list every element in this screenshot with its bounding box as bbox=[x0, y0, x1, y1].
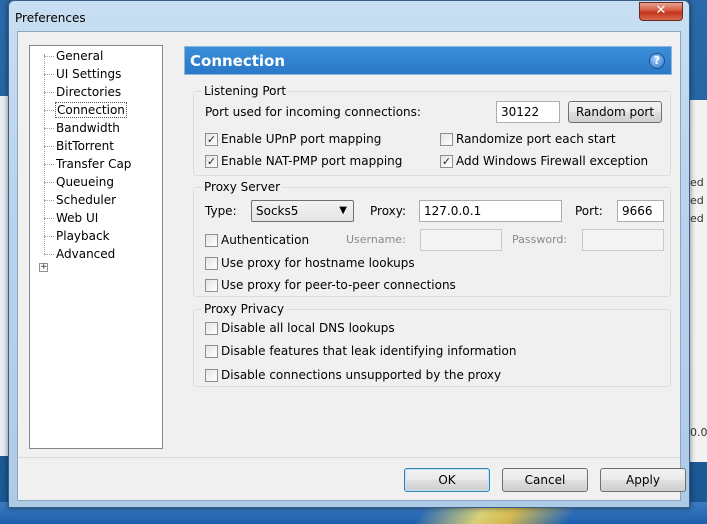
tree-item-label: Playback bbox=[56, 229, 110, 243]
close-button[interactable]: ✕ bbox=[639, 2, 683, 21]
tree-item-label: Directories bbox=[56, 85, 122, 99]
proxy-server-group: Proxy Server Type: Socks5 ▼ Proxy: 127.0… bbox=[193, 179, 671, 297]
group-title: Proxy Privacy bbox=[202, 301, 287, 317]
proxy-type-value: Socks5 bbox=[256, 204, 299, 218]
tree-item-directories[interactable]: Directories bbox=[56, 83, 121, 101]
tree-connector bbox=[44, 218, 54, 219]
username-input[interactable] bbox=[420, 229, 502, 251]
background-text: ed bbox=[690, 194, 704, 207]
password-input[interactable] bbox=[582, 229, 664, 251]
random-port-button[interactable]: Random port bbox=[568, 101, 662, 123]
randomize-port-label: Randomize port each start bbox=[456, 132, 616, 146]
proxy-host-label: Proxy: bbox=[370, 204, 407, 218]
tree-item-connection[interactable]: Connection bbox=[55, 101, 127, 119]
p2p-proxy-label: Use proxy for peer-to-peer connections bbox=[221, 278, 456, 292]
background-text: 0.0 bbox=[690, 426, 707, 439]
title-bar[interactable]: Preferences ✕ bbox=[9, 1, 689, 31]
authentication-checkbox[interactable] bbox=[205, 234, 218, 247]
listening-port-input[interactable]: 30122 bbox=[496, 101, 560, 123]
tree-item-ui-settings[interactable]: UI Settings bbox=[56, 65, 121, 83]
footer-divider bbox=[18, 457, 680, 458]
tree-item-label: Connection bbox=[55, 102, 127, 118]
firewall-checkbox[interactable]: ✓ bbox=[440, 155, 453, 168]
disable-unsupported-checkbox[interactable] bbox=[205, 369, 218, 382]
port-label: Port used for incoming connections: bbox=[205, 105, 421, 119]
background-text: ed bbox=[690, 212, 704, 225]
group-title: Proxy Server bbox=[202, 179, 283, 195]
disable-dns-checkbox[interactable] bbox=[205, 322, 218, 335]
help-icon[interactable]: ? bbox=[649, 53, 665, 69]
proxy-type-select[interactable]: Socks5 ▼ bbox=[251, 200, 354, 222]
category-tree: General UI Settings Directories Connecti… bbox=[29, 45, 163, 449]
tree-connector bbox=[44, 74, 54, 75]
tree-item-transfer-cap[interactable]: Transfer Cap bbox=[56, 155, 131, 173]
section-header: Connection ? bbox=[184, 46, 672, 75]
tree-item-scheduler[interactable]: Scheduler bbox=[56, 191, 116, 209]
disable-dns-label: Disable all local DNS lookups bbox=[221, 321, 395, 335]
tree-connector bbox=[44, 128, 54, 129]
proxy-privacy-group: Proxy Privacy Disable all local DNS look… bbox=[193, 301, 671, 387]
tree-item-label: Scheduler bbox=[56, 193, 117, 207]
apply-button[interactable]: Apply bbox=[600, 468, 686, 492]
tree-item-general[interactable]: General bbox=[56, 47, 103, 65]
tree-item-label: Transfer Cap bbox=[56, 157, 132, 171]
expand-icon[interactable]: + bbox=[39, 263, 48, 272]
firewall-label: Add Windows Firewall exception bbox=[456, 154, 649, 168]
background-text: ed bbox=[690, 176, 704, 189]
tree-connector bbox=[44, 56, 54, 57]
ok-button[interactable]: OK bbox=[404, 468, 490, 492]
proxy-port-input[interactable]: 9666 bbox=[617, 200, 664, 222]
chevron-down-icon: ▼ bbox=[339, 205, 347, 216]
tree-connector bbox=[44, 164, 54, 165]
cancel-button[interactable]: Cancel bbox=[502, 468, 588, 492]
proxy-host-input[interactable]: 127.0.0.1 bbox=[419, 200, 562, 222]
hostname-lookups-checkbox[interactable] bbox=[205, 257, 218, 270]
password-label: Password: bbox=[512, 233, 568, 246]
upnp-label: Enable UPnP port mapping bbox=[221, 132, 382, 146]
tree-guide-line bbox=[44, 54, 45, 254]
tree-connector bbox=[44, 254, 54, 255]
tree-item-label: Advanced bbox=[56, 247, 116, 261]
tree-item-label: General bbox=[56, 49, 104, 63]
preferences-window: Preferences ✕ General UI Settings Direct… bbox=[8, 0, 690, 508]
tree-connector bbox=[44, 182, 54, 183]
disable-unsupported-label: Disable connections unsupported by the p… bbox=[221, 368, 502, 382]
tree-connector bbox=[44, 236, 54, 237]
window-title: Preferences bbox=[15, 11, 86, 25]
proxy-port-label: Port: bbox=[575, 204, 603, 218]
disable-leak-label: Disable features that leak identifying i… bbox=[221, 344, 517, 358]
background-window-right: ed ed ed 0.0 bbox=[689, 100, 707, 462]
p2p-proxy-checkbox[interactable] bbox=[205, 279, 218, 292]
listening-port-group: Listening Port Port used for incoming co… bbox=[193, 83, 671, 176]
dialog-client: General UI Settings Directories Connecti… bbox=[17, 31, 686, 501]
randomize-port-checkbox[interactable] bbox=[440, 133, 453, 146]
tree-item-label: Bandwidth bbox=[56, 121, 120, 135]
tree-connector bbox=[44, 146, 54, 147]
tree-item-playback[interactable]: Playback bbox=[56, 227, 110, 245]
proxy-type-label: Type: bbox=[205, 204, 237, 218]
tree-item-queueing[interactable]: Queueing bbox=[56, 173, 114, 191]
tree-item-label: UI Settings bbox=[56, 67, 122, 81]
section-title: Connection bbox=[190, 52, 286, 70]
username-label: Username: bbox=[346, 233, 406, 246]
nat-pmp-label: Enable NAT-PMP port mapping bbox=[221, 154, 403, 168]
tree-item-label: BitTorrent bbox=[56, 139, 114, 153]
group-title: Listening Port bbox=[202, 83, 289, 99]
tree-item-label: Queueing bbox=[56, 175, 114, 189]
tree-item-advanced[interactable]: Advanced bbox=[56, 245, 115, 263]
tree-item-label: Web UI bbox=[56, 211, 99, 225]
close-icon: ✕ bbox=[655, 3, 667, 18]
tree-item-web-ui[interactable]: Web UI bbox=[56, 209, 98, 227]
tree-connector bbox=[44, 200, 54, 201]
disable-leak-checkbox[interactable] bbox=[205, 345, 218, 358]
nat-pmp-checkbox[interactable]: ✓ bbox=[205, 155, 218, 168]
upnp-checkbox[interactable]: ✓ bbox=[205, 133, 218, 146]
tree-connector bbox=[44, 92, 54, 93]
hostname-lookups-label: Use proxy for hostname lookups bbox=[221, 256, 415, 270]
tree-item-bandwidth[interactable]: Bandwidth bbox=[56, 119, 120, 137]
tree-connector bbox=[44, 110, 54, 111]
authentication-label: Authentication bbox=[221, 233, 310, 247]
tree-item-bittorrent[interactable]: BitTorrent bbox=[56, 137, 114, 155]
